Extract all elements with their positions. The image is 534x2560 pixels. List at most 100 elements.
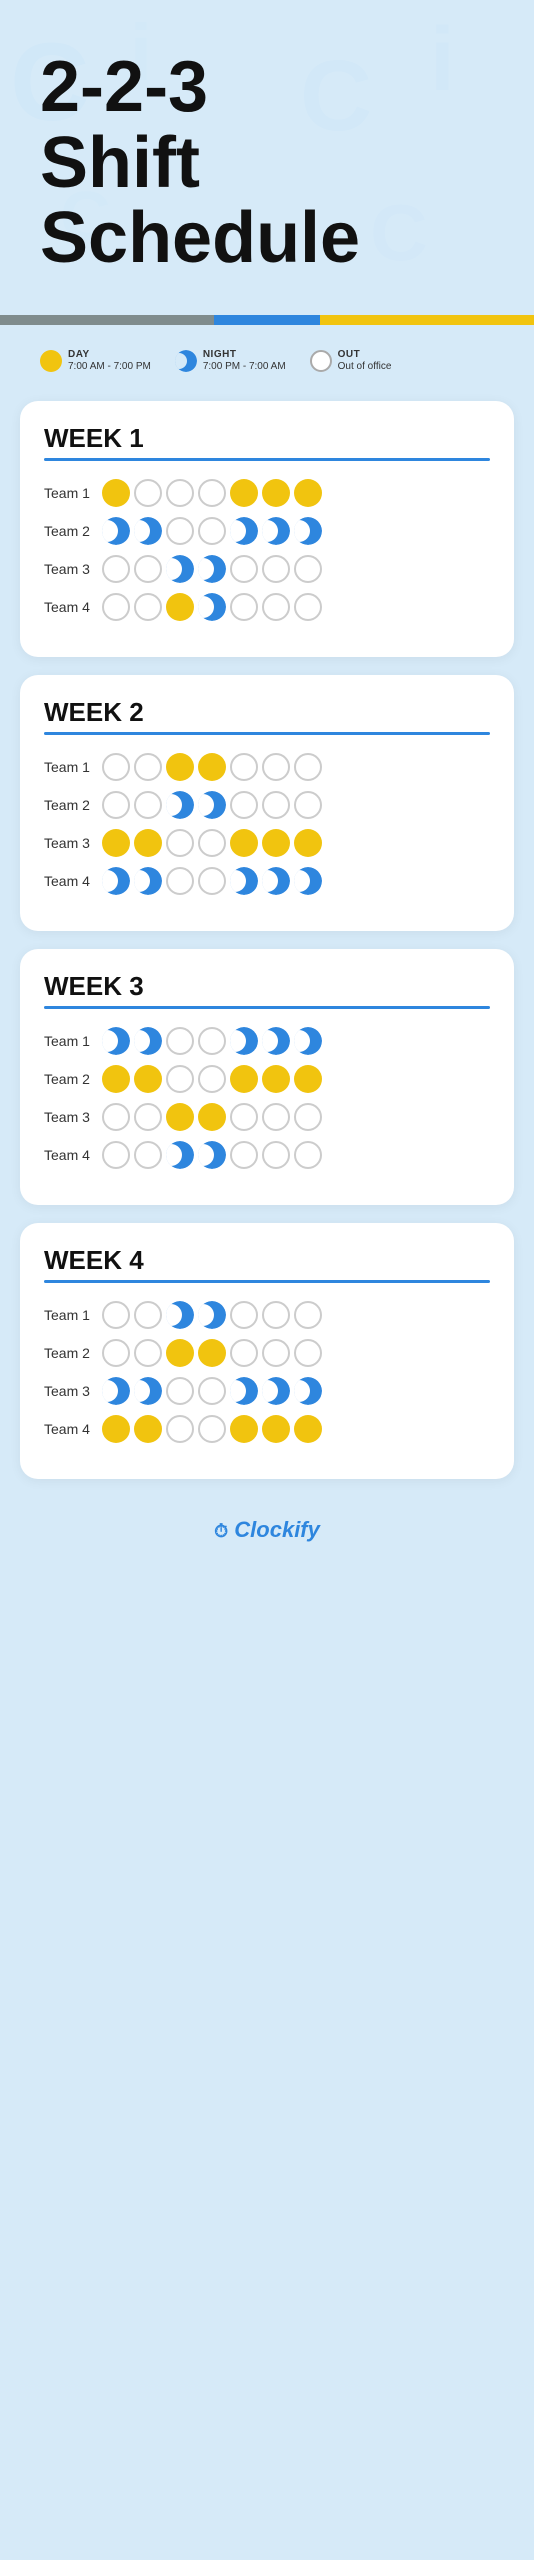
- team-label-w4-t2: Team 2: [44, 1345, 102, 1361]
- team-row-w4-t1: Team 1: [44, 1301, 490, 1329]
- shift-out-w1-t1-d4: [198, 479, 226, 507]
- shift-out-w2-t2-d6: [262, 791, 290, 819]
- team-row-w1-t3: Team 3: [44, 555, 490, 583]
- team-row-w3-t4: Team 4: [44, 1141, 490, 1169]
- shift-night-w1-t2-d2: [134, 517, 162, 545]
- shift-out-w2-t3-d3: [166, 829, 194, 857]
- week-title-4: WEEK 4: [44, 1245, 490, 1276]
- out-desc: Out of office: [338, 361, 392, 372]
- shift-day-w1-t1-d6: [262, 479, 290, 507]
- shift-day-w4-t4-d5: [230, 1415, 258, 1443]
- shift-out-w3-t2-d3: [166, 1065, 194, 1093]
- team-label-w2-t3: Team 3: [44, 835, 102, 851]
- shift-day-w2-t3-d1: [102, 829, 130, 857]
- shift-out-w2-t2-d7: [294, 791, 322, 819]
- team-label-w2-t4: Team 4: [44, 873, 102, 889]
- shift-icons-w4-t1: [102, 1301, 322, 1329]
- shift-night-w3-t1-d1: [102, 1027, 130, 1055]
- shift-out-w2-t3-d4: [198, 829, 226, 857]
- shift-day-w2-t3-d5: [230, 829, 258, 857]
- shift-out-w4-t2-d6: [262, 1339, 290, 1367]
- shift-icons-w4-t2: [102, 1339, 322, 1367]
- shift-icons-w1-t1: [102, 479, 322, 507]
- shift-day-w1-t1-d7: [294, 479, 322, 507]
- shift-day-w3-t2-d1: [102, 1065, 130, 1093]
- shift-day-w4-t4-d1: [102, 1415, 130, 1443]
- shift-night-w1-t2-d6: [262, 517, 290, 545]
- clockify-logo-text: Clockify: [234, 1517, 320, 1542]
- team-row-w2-t1: Team 1: [44, 753, 490, 781]
- team-row-w4-t4: Team 4: [44, 1415, 490, 1443]
- shift-out-w3-t4-d2: [134, 1141, 162, 1169]
- shift-out-w1-t4-d5: [230, 593, 258, 621]
- shift-out-w3-t3-d6: [262, 1103, 290, 1131]
- shift-icons-w2-t1: [102, 753, 322, 781]
- week-card-1: WEEK 1Team 1Team 2Team 3Team 4: [20, 401, 514, 657]
- shift-night-w3-t1-d6: [262, 1027, 290, 1055]
- shift-out-w1-t3-d5: [230, 555, 258, 583]
- color-bar: [0, 315, 534, 325]
- shift-day-w3-t3-d4: [198, 1103, 226, 1131]
- shift-icons-w2-t4: [102, 867, 322, 895]
- shift-out-w3-t3-d5: [230, 1103, 258, 1131]
- shift-out-w2-t4-d3: [166, 867, 194, 895]
- shift-out-w4-t2-d7: [294, 1339, 322, 1367]
- header: C i C i C C 2-2-3 Shift Schedule: [0, 0, 534, 297]
- shift-out-w1-t3-d1: [102, 555, 130, 583]
- night-time: 7:00 PM - 7:00 AM: [203, 361, 286, 372]
- shift-night-w2-t2-d4: [198, 791, 226, 819]
- team-label-w1-t3: Team 3: [44, 561, 102, 577]
- shift-icons-w1-t2: [102, 517, 322, 545]
- shift-day-w4-t4-d6: [262, 1415, 290, 1443]
- shift-out-w1-t2-d3: [166, 517, 194, 545]
- shift-out-w2-t2-d1: [102, 791, 130, 819]
- week-title-3: WEEK 3: [44, 971, 490, 1002]
- team-row-w4-t2: Team 2: [44, 1339, 490, 1367]
- shift-out-w1-t1-d2: [134, 479, 162, 507]
- shift-out-w4-t1-d5: [230, 1301, 258, 1329]
- shift-out-w4-t3-d3: [166, 1377, 194, 1405]
- shift-night-w4-t3-d7: [294, 1377, 322, 1405]
- shift-day-w4-t2-d4: [198, 1339, 226, 1367]
- team-label-w3-t4: Team 4: [44, 1147, 102, 1163]
- shift-out-w1-t1-d3: [166, 479, 194, 507]
- shift-out-w1-t4-d2: [134, 593, 162, 621]
- shift-day-w1-t4-d3: [166, 593, 194, 621]
- legend: DAY 7:00 AM - 7:00 PM NIGHT 7:00 PM - 7:…: [0, 325, 534, 383]
- week-divider-4: [44, 1280, 490, 1283]
- shift-night-w3-t1-d7: [294, 1027, 322, 1055]
- shift-icons-w3-t4: [102, 1141, 322, 1169]
- shift-out-w3-t1-d4: [198, 1027, 226, 1055]
- shift-night-w3-t1-d2: [134, 1027, 162, 1055]
- team-label-w3-t2: Team 2: [44, 1071, 102, 1087]
- shift-night-w4-t3-d6: [262, 1377, 290, 1405]
- shift-out-w2-t2-d5: [230, 791, 258, 819]
- night-label: NIGHT: [203, 349, 286, 361]
- bar-gray: [0, 315, 214, 325]
- team-row-w3-t3: Team 3: [44, 1103, 490, 1131]
- shift-out-w3-t3-d2: [134, 1103, 162, 1131]
- shift-out-w1-t2-d4: [198, 517, 226, 545]
- team-row-w2-t2: Team 2: [44, 791, 490, 819]
- team-label-w3-t3: Team 3: [44, 1109, 102, 1125]
- shift-day-w2-t1-d3: [166, 753, 194, 781]
- shift-out-w2-t1-d7: [294, 753, 322, 781]
- shift-out-w4-t1-d2: [134, 1301, 162, 1329]
- shift-day-w2-t3-d6: [262, 829, 290, 857]
- shift-out-w4-t1-d6: [262, 1301, 290, 1329]
- week-title-1: WEEK 1: [44, 423, 490, 454]
- shift-night-w4-t3-d1: [102, 1377, 130, 1405]
- shift-out-w1-t3-d2: [134, 555, 162, 583]
- shift-out-w2-t1-d1: [102, 753, 130, 781]
- shift-day-w3-t2-d2: [134, 1065, 162, 1093]
- shift-out-w1-t4-d7: [294, 593, 322, 621]
- shift-icons-w4-t4: [102, 1415, 322, 1443]
- shift-day-w1-t1-d1: [102, 479, 130, 507]
- shift-out-w2-t2-d2: [134, 791, 162, 819]
- team-label-w1-t1: Team 1: [44, 485, 102, 501]
- team-row-w3-t2: Team 2: [44, 1065, 490, 1093]
- shift-day-w2-t3-d7: [294, 829, 322, 857]
- shift-night-w4-t1-d4: [198, 1301, 226, 1329]
- shift-icons-w1-t3: [102, 555, 322, 583]
- shift-out-w1-t3-d7: [294, 555, 322, 583]
